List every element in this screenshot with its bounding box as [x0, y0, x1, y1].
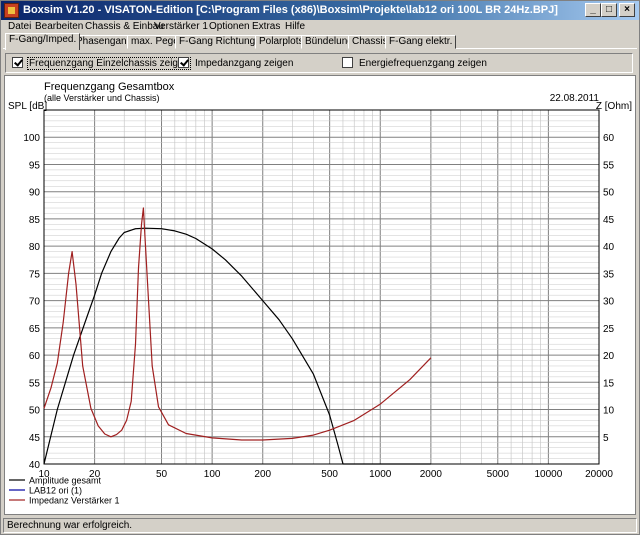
- y-left-tick-label: 85: [29, 215, 41, 226]
- y-right-tick-label: 30: [603, 297, 615, 308]
- y-right-tick-label: 55: [603, 160, 615, 171]
- option-einzelchassis[interactable]: Frequenzgang Einzelchassis zeigen: [12, 57, 192, 70]
- x-tick-label: 50: [156, 469, 168, 480]
- y-right-tick-label: 25: [603, 324, 615, 335]
- option-energiefrequenzgang[interactable]: Energiefrequenzgang zeigen: [342, 57, 488, 70]
- options-bar: Frequenzgang Einzelchassis zeigen Impeda…: [5, 53, 633, 73]
- y-left-tick-label: 75: [29, 269, 41, 280]
- chart-subtitle: (alle Verstärker und Chassis): [44, 93, 160, 103]
- chart-panel: 10 20 50 100 200 500 1000 2000 5000 10000 20000 40 4…: [4, 75, 636, 515]
- legend-label-3: Impedanz Verstärker 1: [29, 496, 120, 506]
- app-icon[interactable]: [4, 3, 19, 18]
- option-impedanzgang[interactable]: Impedanzgang zeigen: [178, 57, 294, 70]
- x-tick-label: 500: [321, 469, 338, 480]
- y-left-tick-label: 95: [29, 160, 41, 171]
- y-left-tick-label: 65: [29, 324, 41, 335]
- menu-extras[interactable]: Extras: [252, 20, 280, 34]
- chart-date: 22.08.2011: [550, 93, 600, 104]
- impedanzgang-checkbox[interactable]: [178, 57, 189, 68]
- y-left-tick-label: 45: [29, 433, 41, 444]
- plot-frame: [43, 109, 600, 465]
- menu-bar: Datei Bearbeiten Chassis & Einbau Verstä…: [1, 20, 639, 34]
- legend-label-2: LAB12 ori (1): [29, 486, 82, 496]
- tab-fgang-elektr[interactable]: F-Gang elektr.: [385, 35, 457, 49]
- frequency-response-chart: 10 20 50 100 200 500 1000 2000 5000 10000 20000 40 4…: [8, 81, 632, 506]
- minimize-button[interactable]: _: [585, 3, 601, 17]
- y-left-axis-label: SPL [dB]: [8, 101, 47, 112]
- title-bar[interactable]: Boxsim V1.20 - VISATON-Edition [C:\Progr…: [1, 1, 639, 20]
- y-right-tick-label: 50: [603, 188, 615, 199]
- y-left-tick-label: 50: [29, 406, 41, 417]
- einzelchassis-label: Frequenzgang Einzelchassis zeigen: [26, 57, 192, 70]
- y-left-tick-label: 100: [23, 133, 40, 144]
- x-tick-label: 5000: [487, 469, 510, 480]
- legend-label-1: Amplitude gesamt: [29, 476, 102, 486]
- x-tick-label: 100: [204, 469, 221, 480]
- x-tick-label: 10000: [534, 469, 562, 480]
- maximize-button[interactable]: □: [601, 3, 617, 17]
- menu-bearbeiten[interactable]: Bearbeiten: [35, 20, 83, 34]
- y-right-tick-label: 60: [603, 133, 615, 144]
- menu-datei[interactable]: Datei: [8, 20, 31, 34]
- energiefrequenzgang-label: Energiefrequenzgang zeigen: [359, 58, 487, 69]
- main-window: Boxsim V1.20 - VISATON-Edition [C:\Progr…: [0, 0, 640, 535]
- x-tick-label: 1000: [369, 469, 392, 480]
- y-left-tick-label: 80: [29, 242, 41, 253]
- y-right-tick-label: 5: [603, 433, 609, 444]
- energiefrequenzgang-checkbox[interactable]: [342, 57, 353, 68]
- status-bar: Berechnung war erfolgreich.: [3, 518, 637, 533]
- y-left-tick-label: 70: [29, 297, 41, 308]
- y-right-tick-label: 20: [603, 351, 615, 362]
- y-left-tick-label: 90: [29, 188, 41, 199]
- y-left-tick-label: 55: [29, 378, 41, 389]
- y-right-tick-label: 40: [603, 242, 615, 253]
- window-title: Boxsim V1.20 - VISATON-Edition [C:\Progr…: [23, 4, 558, 16]
- menu-hilfe[interactable]: Hilfe: [285, 20, 305, 34]
- y-right-tick-label: 45: [603, 215, 615, 226]
- close-button[interactable]: ×: [619, 3, 635, 17]
- tab-fgang-imped[interactable]: F-Gang/Imped.: [5, 33, 81, 50]
- tab-strip: F-Gang/Imped. Phasengang max. Pegel F-Ga…: [3, 33, 637, 50]
- x-tick-label: 200: [254, 469, 271, 480]
- menu-verstaerker[interactable]: Verstärker 1: [154, 20, 208, 34]
- y-right-tick-label: 35: [603, 269, 615, 280]
- impedanzgang-label: Impedanzgang zeigen: [195, 58, 294, 69]
- tab-polarplots[interactable]: Polarplots: [255, 35, 308, 49]
- menu-chassis-einbau[interactable]: Chassis & Einbau: [85, 20, 164, 34]
- y-left-tick-label: 60: [29, 351, 41, 362]
- y-left-tick-label: 40: [29, 460, 41, 471]
- y-right-axis-label: Z [Ohm]: [596, 101, 632, 112]
- x-tick-label: 20000: [585, 469, 613, 480]
- y-right-tick-label: 15: [603, 378, 615, 389]
- x-tick-label: 2000: [420, 469, 443, 480]
- menu-optionen[interactable]: Optionen: [209, 20, 250, 34]
- chart-title: Frequenzgang Gesamtbox: [44, 81, 175, 93]
- y-right-tick-label: 10: [603, 406, 615, 417]
- einzelchassis-checkbox[interactable]: [12, 57, 23, 68]
